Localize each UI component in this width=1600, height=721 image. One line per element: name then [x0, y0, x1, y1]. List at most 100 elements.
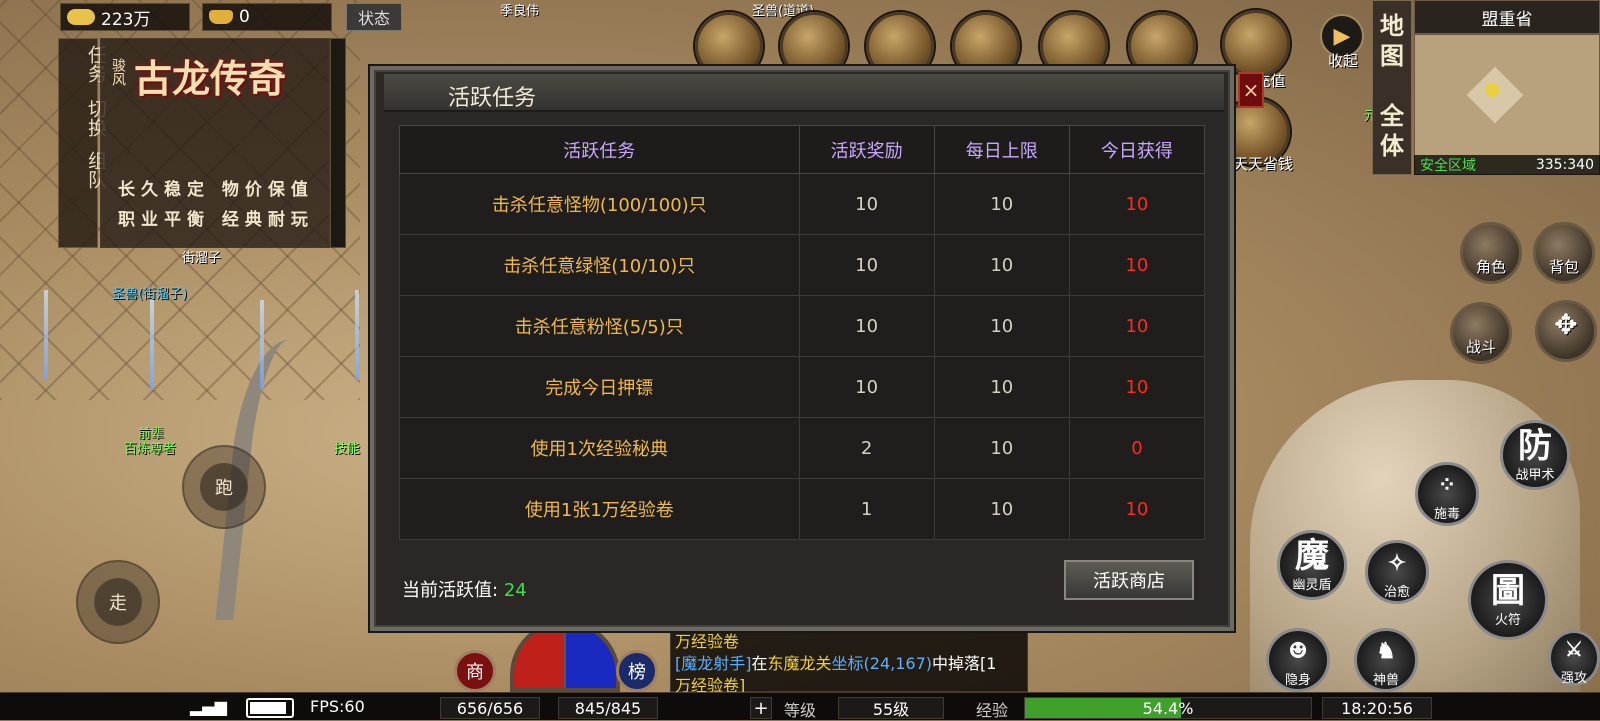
task-got: 10: [1068, 173, 1206, 235]
task-reward: 2: [798, 417, 935, 479]
status-button[interactable]: 状态: [346, 3, 402, 31]
bag-button[interactable]: 背包: [1533, 222, 1595, 284]
clock: 18:20:56: [1322, 697, 1432, 719]
ingot-counter: 0: [202, 3, 332, 31]
dialog-title: 活跃任务: [448, 86, 537, 111]
task-name: 完成今日押镖: [399, 356, 800, 418]
chat-line: [魔龙射手]在东魔龙关坐标(24,167)中掉落[1: [675, 654, 997, 673]
exp-value: 54.4%: [1142, 698, 1194, 718]
task-limit: 10: [933, 417, 1070, 479]
map-footer: 安全区域 335:340: [1414, 155, 1600, 175]
minimap[interactable]: [1414, 34, 1600, 175]
col-header: 活跃奖励: [798, 125, 935, 174]
stealth-skill-button[interactable]: ☻ 隐身: [1266, 628, 1330, 692]
table-row: 使用1张1万经验卷 1 10 10: [399, 478, 1206, 540]
npc-pet-name[interactable]: 圣兽(街溜子): [112, 283, 187, 302]
table-row: 使用1次经验秘典 2 10 0: [399, 417, 1206, 479]
ingot-icon: [209, 10, 233, 24]
zone-label: 安全区域: [1420, 158, 1476, 174]
task-name: 击杀任意粉怪(5/5)只: [399, 295, 800, 357]
talisman-skill-button[interactable]: 圖火符: [1468, 560, 1548, 640]
task-limit: 10: [933, 356, 1070, 418]
game-logo: 古龙传奇: [134, 56, 287, 101]
hp-value: 656/656: [440, 697, 540, 719]
task-name: 使用1次经验秘典: [399, 417, 800, 479]
col-header: 活跃任务: [399, 125, 800, 174]
level-value: 55级: [838, 697, 944, 719]
attack-skill-button[interactable]: ⚔ 强攻: [1548, 630, 1600, 686]
tab-all[interactable]: 全体: [1373, 101, 1411, 161]
region-name: 盟重省: [1414, 0, 1600, 34]
poison-skill-button[interactable]: ⁘ 施毒: [1415, 462, 1479, 526]
signal-icon: ▂▄▆: [190, 697, 227, 716]
task-limit: 10: [933, 234, 1070, 296]
heal-skill-button[interactable]: ✧ 治愈: [1365, 540, 1429, 604]
slogan-line: 长久稳定 物价保值: [118, 180, 314, 200]
task-got: 10: [1068, 356, 1206, 418]
table-row: 完成今日押镖 10 10 10: [399, 356, 1206, 418]
task-name: 使用1张1万经验卷: [399, 478, 800, 540]
coords: 335:340: [1535, 157, 1594, 173]
table-row: 击杀任意怪物(100/100)只 10 10 10: [399, 173, 1206, 235]
task-limit: 10: [933, 478, 1070, 540]
rank-button[interactable]: 榜: [616, 650, 658, 692]
run-joystick[interactable]: 跑: [182, 445, 266, 529]
quest-scrollbar[interactable]: [330, 38, 346, 248]
task-reward: 10: [798, 356, 935, 418]
plus-icon[interactable]: +: [750, 697, 772, 719]
quest-tabs: 任务 切换 组队: [58, 38, 107, 248]
gold-icon: [67, 9, 95, 25]
current-activity-value: 24: [503, 580, 527, 601]
dialog-title-bar: 活跃任务: [384, 74, 1224, 112]
activity-shop-button[interactable]: 活跃商店: [1064, 560, 1194, 600]
walk-button[interactable]: 走: [94, 578, 142, 626]
exp-bar: 54.4%: [1024, 697, 1312, 719]
table-row: 击杀任意绿怪(10/10)只 10 10 10: [399, 234, 1206, 296]
run-button[interactable]: 跑: [200, 463, 248, 511]
current-activity: 当前活跃值: 24: [402, 580, 527, 601]
chat-line: 万经验卷: [675, 632, 740, 651]
activity-dialog: 活跃任务 活跃任务 活跃奖励 每日上限 今日获得 击杀任意怪物(100/100)…: [370, 66, 1234, 631]
gold-counter: 223万: [60, 3, 190, 31]
chat-box[interactable]: 万经验卷 [魔龙射手]在东魔龙关坐标(24,167)中掉落[1 万经验卷]: [670, 628, 1028, 695]
walk-joystick[interactable]: 走: [76, 560, 160, 644]
task-limit: 10: [933, 173, 1070, 235]
level-label: 等级: [784, 701, 817, 720]
col-header: 今日获得: [1068, 125, 1206, 174]
light-pillar: [355, 290, 359, 380]
magic-shield-skill-button[interactable]: 魔幽灵盾: [1277, 530, 1347, 600]
col-header: 每日上限: [933, 125, 1070, 174]
tab-map[interactable]: 地图: [1373, 11, 1411, 71]
close-icon[interactable]: ×: [1238, 72, 1264, 108]
mp-value: 845/845: [558, 697, 658, 719]
light-pillar: [260, 300, 264, 390]
task-limit: 10: [933, 295, 1070, 357]
logo-small: 骏风: [110, 58, 126, 86]
task-got: 10: [1068, 234, 1206, 296]
activity-table: 活跃任务 活跃奖励 每日上限 今日获得 击杀任意怪物(100/100)只 10 10…: [399, 125, 1206, 540]
light-pillar: [150, 300, 154, 390]
role-button[interactable]: 角色: [1460, 222, 1522, 284]
defense-skill-button[interactable]: 防战甲术: [1500, 420, 1570, 490]
map-side-tabs: 地图 全体: [1372, 0, 1412, 175]
move-icon[interactable]: ✥: [1535, 300, 1597, 362]
slogan-line: 职业平衡 经典耐玩: [118, 210, 314, 230]
light-pillar: [44, 290, 48, 380]
exp-label: 经验: [976, 701, 1009, 720]
task-got: 0: [1068, 417, 1206, 479]
beast-skill-button[interactable]: ♞ 神兽: [1354, 628, 1418, 692]
shop-button[interactable]: 商: [454, 650, 496, 692]
fight-button[interactable]: 战斗: [1450, 302, 1512, 364]
battery-icon: [246, 698, 294, 718]
task-reward: 10: [798, 295, 935, 357]
table-row: 击杀任意粉怪(5/5)只 10 10 10: [399, 295, 1206, 357]
npc-name[interactable]: 百炼尊者: [124, 438, 176, 457]
npc-name[interactable]: 技能: [334, 438, 360, 457]
npc-name[interactable]: 街溜子: [182, 247, 221, 266]
task-got: 10: [1068, 295, 1206, 357]
player-name[interactable]: 季良伟: [500, 0, 539, 19]
task-name: 击杀任意绿怪(10/10)只: [399, 234, 800, 296]
task-reward: 10: [798, 173, 935, 235]
task-reward: 1: [798, 478, 935, 540]
task-name: 击杀任意怪物(100/100)只: [399, 173, 800, 235]
